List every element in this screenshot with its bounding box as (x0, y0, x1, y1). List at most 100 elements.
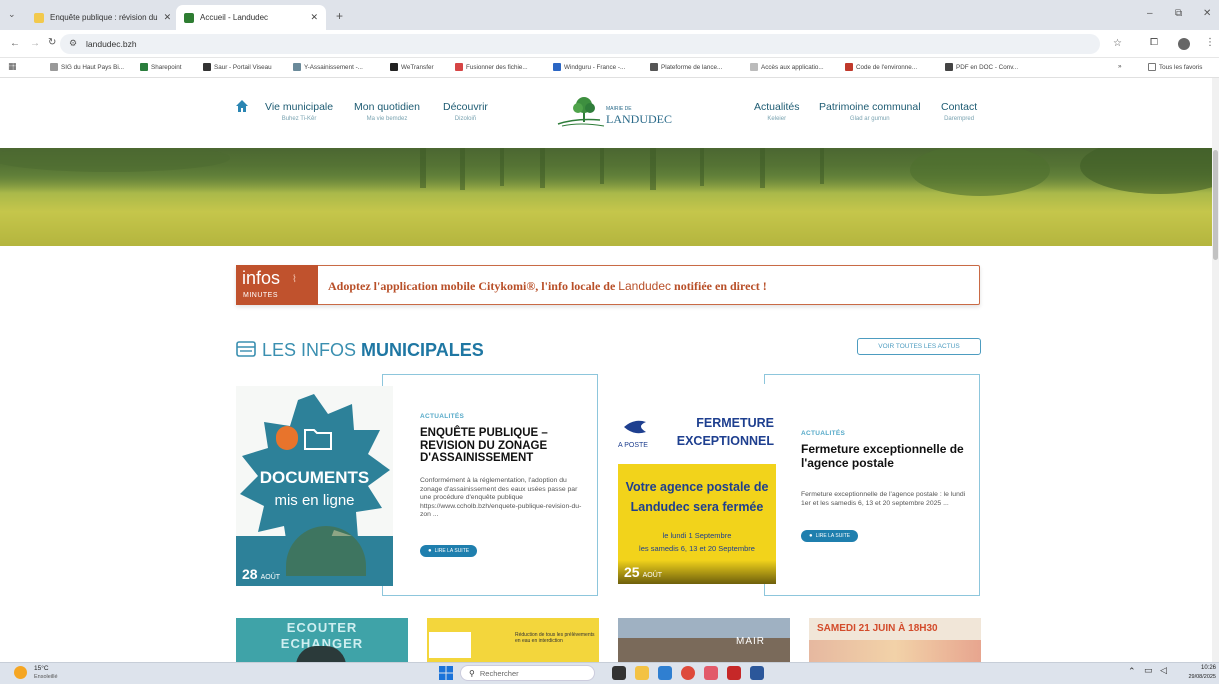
tab-favicon-icon (184, 12, 194, 23)
infos-logo-small: MINUTES (243, 292, 278, 299)
bookmark-item[interactable]: Plateforme de lance... (650, 63, 722, 71)
acrobat-icon[interactable] (727, 666, 741, 680)
new-tab-plus-icon[interactable]: + (336, 9, 343, 23)
poste-line-3: le lundi 1 Septembre (662, 531, 732, 540)
restore-icon[interactable]: ⧉ (1175, 8, 1182, 19)
clock-date[interactable]: 29/08/2025 (1171, 674, 1216, 680)
windows-start-icon[interactable] (439, 666, 453, 680)
bookmark-item[interactable]: Code de l'environne... (845, 63, 917, 71)
read-more-button[interactable]: ● LIRE LA SUITE (420, 545, 478, 557)
infos-banner-text: Adoptez l'application mobile Citykomi®, … (328, 279, 767, 293)
la-poste-bird-icon (624, 420, 646, 434)
all-bookmarks-folder[interactable]: Tous les favoris (1148, 63, 1202, 71)
plus-circle-icon: ● (809, 533, 813, 539)
tray-chevron-icon[interactable]: ⌃ (1128, 666, 1136, 677)
tab-close-icon[interactable]: ✕ (158, 12, 172, 23)
nav-decouvrir[interactable]: Découvrir Dizoloiñ (443, 101, 488, 122)
card-title[interactable]: Fermeture exceptionnelle de l'agence pos… (801, 442, 973, 470)
card-category-tag: ACTUALITÉS (420, 413, 465, 420)
card-image-documents[interactable]: DOCUMENTS mis en ligne 28 AOÛT (236, 386, 393, 586)
nav-mon-quotidien[interactable]: Mon quotidien Ma vie bemdez (354, 101, 420, 122)
tab-accueil[interactable]: Accueil - Landudec ✕ (176, 5, 326, 30)
forward-arrow-icon[interactable]: → (30, 38, 40, 49)
clock-time[interactable]: 10:26 (1184, 665, 1216, 671)
card-excerpt: Fermeture exceptionnelle de l'agence pos… (801, 491, 966, 507)
apps-grid-icon[interactable]: ▦ (8, 61, 17, 72)
chrome-icon[interactable] (681, 666, 695, 680)
card-image-la-poste[interactable]: A POSTE FERMETURE EXCEPTIONNEL Votre agen… (618, 384, 776, 584)
section-title: LES INFOS MUNICIPALES (262, 340, 484, 360)
card-excerpt: Conformément à la réglementation, l'adop… (420, 477, 582, 519)
network-icon[interactable]: ▭ (1144, 665, 1153, 676)
folder-icon (304, 429, 332, 450)
taskbar-search-box[interactable]: ⚲ Rechercher (460, 665, 595, 681)
nav-vie-municipale[interactable]: Vie municipale Buhez Ti-Kêr (265, 101, 333, 122)
task-view-icon[interactable] (612, 666, 626, 680)
weather-sun-icon[interactable] (14, 666, 27, 679)
search-icon: ⚲ (469, 668, 475, 678)
bookmark-star-icon[interactable]: ☆ (1113, 38, 1122, 49)
poste-line-2: Landudec sera fermée (630, 500, 764, 514)
weather-temp: 15°C (34, 665, 49, 672)
windows-taskbar (0, 662, 1219, 684)
taskbar-app-icon[interactable] (658, 666, 672, 680)
taskbar-app-icon[interactable] (704, 666, 718, 680)
word-icon[interactable] (750, 666, 764, 680)
site-logo[interactable]: MAIRIE DE LANDUDEC (556, 96, 672, 130)
poste-brand-text: A POSTE (618, 442, 648, 449)
card-category-tag: ACTUALITÉS (801, 430, 846, 437)
bookmarks-overflow-icon[interactable]: » (1118, 63, 1122, 70)
page-scrollbar-thumb[interactable] (1213, 150, 1218, 260)
home-icon[interactable] (235, 99, 249, 113)
minimize-icon[interactable]: – (1147, 8, 1153, 19)
site-info-icon[interactable]: ⚙ (69, 38, 77, 49)
news-card-fermeture[interactable] (764, 374, 980, 596)
back-arrow-icon[interactable]: ← (10, 38, 20, 49)
poste-line-4: les samedis 6, 13 et 20 Septembre (639, 544, 755, 553)
file-explorer-icon[interactable] (635, 666, 649, 680)
infos-minutes-logo: infos ⌇ MINUTES (236, 265, 318, 305)
url-field[interactable]: ⚙ landudec.bzh (60, 34, 1100, 54)
bookmark-item[interactable]: Fusionner des fichie... (455, 63, 528, 71)
bookmark-item[interactable]: PDF en DOC - Conv... (945, 63, 1018, 71)
bookmark-item[interactable]: Windguru - France -... (553, 63, 625, 71)
extensions-icon[interactable]: ⧠ (1150, 37, 1158, 48)
logo-name-text: LANDUDEC (606, 112, 672, 126)
browser-menu-icon[interactable]: ⋮ (1205, 37, 1215, 48)
bottom-card-1[interactable]: ECOUTER ECHANGER (236, 618, 408, 662)
close-window-icon[interactable]: ✕ (1203, 8, 1211, 19)
tab-close-icon[interactable]: ✕ (304, 12, 318, 23)
bottom-card-4[interactable]: SAMEDI 21 JUIN À 18H30 (809, 618, 981, 662)
tab-list-chevron-icon[interactable]: ⌄ (8, 9, 16, 20)
see-all-news-button[interactable]: VOIR TOUTES LES ACTUS (857, 338, 981, 355)
card-date: 28 AOÛT (242, 566, 281, 582)
tab-title: Enquête publique : révision du (50, 13, 158, 22)
weather-desc: Ensoleillé (34, 674, 58, 680)
read-more-button[interactable]: ● LIRE LA SUITE (801, 530, 859, 542)
nav-contact[interactable]: Contact Darempred (941, 101, 977, 122)
nav-patrimoine-communal[interactable]: Patrimoine communal Glad ar gumun (819, 101, 921, 122)
bookmark-item[interactable]: Y-Assainissement -... (293, 63, 363, 71)
plus-circle-icon: ● (428, 548, 432, 554)
newspaper-icon (236, 341, 256, 357)
bottom-card-3[interactable]: MAIR (618, 618, 790, 662)
reload-icon[interactable]: ↻ (48, 37, 56, 48)
profile-avatar-icon[interactable] (1178, 38, 1190, 50)
tab-enquete[interactable]: Enquête publique : révision du ✕ (26, 5, 176, 30)
bookmark-item[interactable]: Accès aux applicatio... (750, 63, 824, 71)
card-image-title: DOCUMENTS (259, 468, 370, 487)
volume-icon[interactable]: ◁ (1160, 665, 1167, 676)
poste-line-1: Votre agence postale de (625, 480, 769, 494)
bookmark-item[interactable]: Sharepoint (140, 63, 181, 71)
card-title[interactable]: ENQUÊTE PUBLIQUE – REVISION DU ZONAGE D'… (420, 427, 590, 465)
document-badge-icon (276, 426, 298, 450)
bookmark-item[interactable]: SIG du Haut Pays Bi... (50, 63, 124, 71)
tree-logo-icon (557, 97, 605, 127)
bookmark-item[interactable]: WeTransfer (390, 63, 434, 71)
bottom-card-2[interactable]: Réduction de tous les prélèvements en ea… (427, 618, 599, 662)
bookmark-item[interactable]: Saur - Portail Viseau (203, 63, 272, 71)
card-date: 25 AOÛT (624, 564, 663, 580)
nav-actualites[interactable]: Actualités Keleier (754, 101, 800, 122)
url-text: landudec.bzh (86, 39, 137, 49)
hero-texture (0, 148, 1219, 196)
